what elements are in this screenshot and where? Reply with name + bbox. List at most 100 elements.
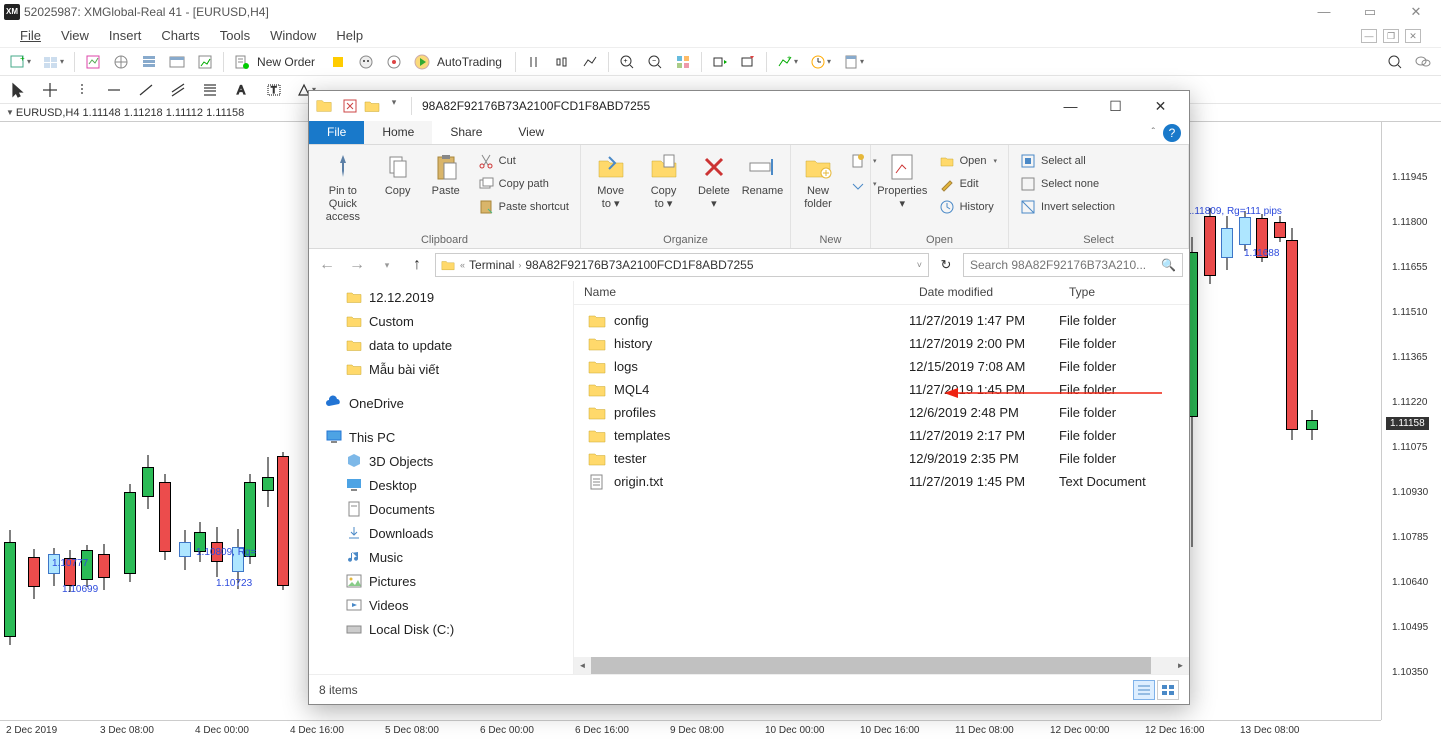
properties-button[interactable]: Properties ▾ [875, 148, 930, 214]
scroll-chart-icon[interactable] [708, 51, 732, 73]
navigator-button[interactable] [109, 51, 133, 73]
icons-view-button[interactable] [1157, 680, 1179, 700]
help-icon[interactable]: ? [1163, 124, 1181, 142]
fibonacci-icon[interactable] [198, 79, 222, 101]
chart-caret-icon[interactable]: ▼ [6, 108, 14, 117]
search-icon[interactable]: 🔍 [1161, 258, 1176, 272]
close-button[interactable]: ✕ [1401, 4, 1431, 20]
chart-shift-icon[interactable] [736, 51, 760, 73]
tab-file[interactable]: File [309, 121, 364, 144]
path-dropdown-icon[interactable]: ˅ [917, 260, 924, 270]
menu-help[interactable]: Help [336, 28, 363, 43]
nav-forward-button[interactable]: → [345, 253, 369, 277]
list-item[interactable]: profiles12/6/2019 2:48 PMFile folder [574, 401, 1189, 424]
channel-icon[interactable] [166, 79, 190, 101]
nav-up-button[interactable]: ↑ [405, 253, 429, 277]
mdi-close[interactable]: ✕ [1405, 29, 1421, 43]
list-item[interactable]: tester12/9/2019 2:35 PMFile folder [574, 447, 1189, 470]
nav-item-music[interactable]: Music [309, 545, 573, 569]
list-item[interactable]: history11/27/2019 2:00 PMFile folder [574, 332, 1189, 355]
col-date[interactable]: Date modified [909, 281, 1059, 304]
copy-path-button[interactable]: Copy path [473, 173, 574, 195]
open-dropdown-button[interactable]: Open▾ [934, 150, 1002, 172]
indicators-button[interactable]: +▾ [773, 51, 802, 73]
zoom-out-icon[interactable]: − [643, 51, 667, 73]
templates-button[interactable]: ▾ [839, 51, 868, 73]
menu-window[interactable]: Window [270, 28, 316, 43]
details-view-button[interactable] [1133, 680, 1155, 700]
line-chart-icon[interactable] [578, 51, 602, 73]
minimize-button[interactable]: — [1309, 4, 1339, 20]
explorer-minimize-button[interactable]: — [1048, 92, 1093, 120]
search-input[interactable] [970, 258, 1155, 272]
nav-item[interactable]: Custom [309, 309, 573, 333]
menu-insert[interactable]: Insert [109, 28, 142, 43]
crosshair-icon[interactable] [38, 79, 62, 101]
list-item[interactable]: MQL411/27/2019 1:45 PMFile folder [574, 378, 1189, 401]
invert-selection-button[interactable]: Invert selection [1015, 196, 1120, 218]
col-name[interactable]: Name [574, 281, 909, 304]
move-to-button[interactable]: Move to ▾ [585, 148, 636, 214]
list-item[interactable]: origin.txt11/27/2019 1:45 PMText Documen… [574, 470, 1189, 493]
options-button[interactable] [382, 51, 406, 73]
select-all-button[interactable]: Select all [1015, 150, 1120, 172]
ribbon-collapse-icon[interactable]: ˆ [1152, 127, 1155, 138]
nav-pane[interactable]: 12.12.2019 Custom data to update Mẫu bài… [309, 281, 574, 674]
file-list-pane[interactable]: Name Date modified Type config11/27/2019… [574, 281, 1189, 674]
new-chart-button[interactable]: +▾ [6, 51, 35, 73]
new-folder-button[interactable]: New folder [795, 148, 841, 214]
list-item[interactable]: logs12/15/2019 7:08 AMFile folder [574, 355, 1189, 378]
tile-windows-icon[interactable] [671, 51, 695, 73]
mdi-restore[interactable]: ❐ [1383, 29, 1399, 43]
nav-item[interactable]: 12.12.2019 [309, 285, 573, 309]
nav-this-pc[interactable]: This PC [309, 425, 573, 449]
refresh-button[interactable]: ↻ [935, 254, 957, 276]
profiles-button[interactable]: ▾ [39, 51, 68, 73]
autotrading-button[interactable]: AutoTrading [410, 51, 509, 73]
menu-view[interactable]: View [61, 28, 89, 43]
global-search-icon[interactable] [1383, 51, 1407, 73]
menu-tools[interactable]: Tools [220, 28, 250, 43]
zoom-in-icon[interactable]: + [615, 51, 639, 73]
text-icon[interactable]: A [230, 79, 254, 101]
nav-item-videos[interactable]: Videos [309, 593, 573, 617]
nav-item[interactable]: data to update [309, 333, 573, 357]
trendline-icon[interactable] [134, 79, 158, 101]
metaquotes-button[interactable] [326, 51, 350, 73]
tab-home[interactable]: Home [364, 121, 432, 144]
mdi-minimize[interactable]: — [1361, 29, 1377, 43]
nav-item-downloads[interactable]: Downloads [309, 521, 573, 545]
vertical-line-icon[interactable] [70, 79, 94, 101]
nav-item-pictures[interactable]: Pictures [309, 569, 573, 593]
list-item[interactable]: config11/27/2019 1:47 PMFile folder [574, 309, 1189, 332]
history-button[interactable]: History [934, 196, 1002, 218]
help-chat-icon[interactable] [1411, 51, 1435, 73]
pin-quick-access-button[interactable]: Pin to Quick access [313, 148, 373, 227]
tab-view[interactable]: View [500, 121, 562, 144]
list-item[interactable]: templates11/27/2019 2:17 PMFile folder [574, 424, 1189, 447]
nav-item-desktop[interactable]: Desktop [309, 473, 573, 497]
rename-button[interactable]: Rename [739, 148, 786, 201]
terminal-button[interactable] [165, 51, 189, 73]
paste-shortcut-button[interactable]: Paste shortcut [473, 196, 574, 218]
qat-new-folder-icon[interactable] [363, 97, 381, 115]
nav-item-3d[interactable]: 3D Objects [309, 449, 573, 473]
cut-button[interactable]: Cut [473, 150, 574, 172]
nav-back-button[interactable]: ← [315, 253, 339, 277]
menu-file[interactable]: File [20, 28, 41, 43]
edit-button[interactable]: Edit [934, 173, 1002, 195]
explorer-maximize-button[interactable]: ☐ [1093, 92, 1138, 120]
tab-share[interactable]: Share [432, 121, 500, 144]
delete-button[interactable]: Delete ▾ [691, 148, 737, 214]
bar-chart-icon[interactable] [522, 51, 546, 73]
select-none-button[interactable]: Select none [1015, 173, 1120, 195]
market-watch-button[interactable] [81, 51, 105, 73]
copy-to-button[interactable]: Copy to ▾ [638, 148, 688, 214]
nav-onedrive[interactable]: OneDrive [309, 391, 573, 415]
nav-item-documents[interactable]: Documents [309, 497, 573, 521]
periods-button[interactable]: ▾ [806, 51, 835, 73]
menu-charts[interactable]: Charts [161, 28, 199, 43]
breadcrumb[interactable]: « Terminal › 98A82F92176B73A2100FCD1F8AB… [435, 253, 929, 277]
explorer-titlebar[interactable]: ▾ 98A82F92176B73A2100FCD1F8ABD7255 — ☐ ✕ [309, 91, 1189, 121]
col-type[interactable]: Type [1059, 281, 1189, 304]
